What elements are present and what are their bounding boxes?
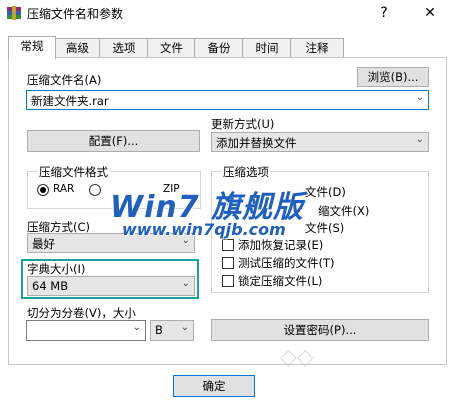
title-bar: 压缩文件名和参数 ? ✕ [0,0,453,26]
dictionary-size-value: 64 MB [32,279,69,293]
chevron-down-icon: ⌄ [181,278,190,289]
archive-name-value: 新建文件夹.rar [31,94,109,108]
option-sfx-label: 缩文件(X) [318,204,370,218]
chevron-down-icon[interactable]: ⌄ [416,92,424,103]
update-mode-value: 添加并替换文件 [216,136,297,150]
radio-rar-label: RAR [53,183,75,195]
archive-name-input[interactable]: 新建文件夹.rar ⌄ [26,90,429,110]
option-solid-label: 文件(S) [305,221,345,235]
split-unit-value: B [155,323,163,337]
close-button[interactable]: ✕ [418,3,442,23]
ok-button[interactable]: 确定 [173,375,255,397]
tab-general[interactable]: 常规 [8,36,56,59]
browse-button[interactable]: 浏览(B)... [357,67,429,87]
help-button[interactable]: ? [372,3,396,23]
dictionary-size-select[interactable]: 64 MB ⌄ [27,276,195,296]
window-title: 压缩文件名和参数 [27,7,124,21]
option-delete-files-label: 文件(D) [305,185,346,199]
option-lock-label: 锁定压缩文件(L) [238,274,323,288]
chevron-down-icon: ⌄ [180,322,189,333]
chevron-down-icon[interactable]: ⌄ [133,322,141,333]
radio-rar[interactable] [37,184,49,196]
option-test-label: 测试压缩的文件(T) [238,256,335,270]
split-unit-select[interactable]: B ⌄ [150,320,194,341]
option-test-checkbox[interactable] [222,257,234,269]
tab-time[interactable]: 时间 [242,38,292,58]
archive-name-label: 压缩文件名(A) [27,73,102,87]
option-recovery-label: 添加恢复记录(E) [238,238,324,252]
compression-method-value: 最好 [32,237,55,251]
radio-rar5[interactable] [89,184,101,196]
update-mode-label: 更新方式(U) [211,117,275,131]
dictionary-size-label: 字典大小(I) [27,262,86,276]
option-recovery-checkbox[interactable] [222,239,234,251]
faint-corner-logo: ◇◇ [280,345,314,370]
winrar-app-icon [7,6,21,20]
split-volumes-input[interactable]: ⌄ [26,320,146,341]
archive-format-label: 压缩文件格式 [37,164,110,180]
tab-strip: 常规 高级 选项 文件 备份 时间 注释 [0,36,453,59]
split-volumes-label: 切分为分卷(V)，大小 [27,306,136,320]
watermark-url: www.win7qjb.com [122,220,286,239]
tab-backup[interactable]: 备份 [194,38,244,58]
tab-advanced[interactable]: 高级 [54,38,101,58]
option-lock-checkbox[interactable] [222,275,234,287]
tab-comment[interactable]: 注释 [290,38,344,58]
archive-options-label: 压缩选项 [221,164,271,180]
profiles-button[interactable]: 配置(F)... [27,130,200,152]
set-password-button[interactable]: 设置密码(P)... [211,319,429,341]
tab-files[interactable]: 文件 [147,38,196,58]
tab-options[interactable]: 选项 [99,38,149,58]
chevron-down-icon: ⌄ [415,134,424,145]
update-mode-select[interactable]: 添加并替换文件 ⌄ [211,132,429,152]
